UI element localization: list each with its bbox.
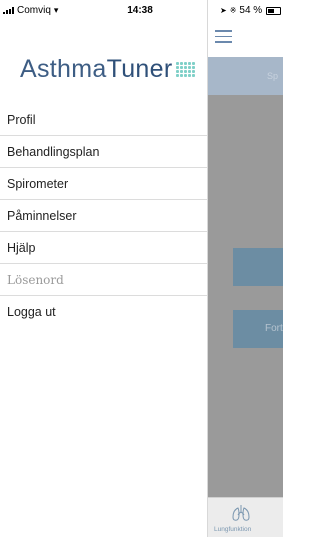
menu-item-logga-ut[interactable]: Logga ut [0, 296, 207, 328]
drawer-menu: Profil Behandlingsplan Spirometer Påminn… [0, 104, 207, 328]
app-header-band: Sp [207, 57, 283, 95]
wifi-icon: ▾ [53, 5, 59, 15]
app-button-a[interactable] [233, 248, 283, 286]
asthmatuner-logo: Asthma Tuner [20, 55, 196, 84]
navigation-drawer: Asthma Tuner Profil Behandlingsplan Spir… [0, 0, 208, 537]
app-button-b[interactable]: Fort [233, 310, 283, 348]
app-dimmed-content[interactable] [207, 95, 283, 497]
menu-item-profil[interactable]: Profil [0, 104, 207, 136]
battery-percent: 54 % [239, 5, 263, 16]
lungs-icon[interactable] [231, 504, 251, 522]
status-right: ➤ ※ 54 % [220, 5, 282, 16]
logo-text-tuner: Tuner [106, 55, 173, 83]
logo-text-asthma: Asthma [20, 55, 107, 83]
status-bar: Comviq ▾ 14:38 ➤ ※ 54 % [0, 0, 283, 20]
menu-item-losenord[interactable]: Lösenord [0, 264, 207, 296]
battery-icon [266, 6, 282, 15]
menu-item-hjalp[interactable]: Hjälp [0, 232, 207, 264]
background-app: Sp Fort Lungfunktion [207, 0, 283, 537]
clock: 14:38 [127, 5, 153, 16]
hamburger-menu-icon[interactable] [215, 30, 232, 47]
bluetooth-icon: ※ [229, 6, 237, 15]
menu-item-spirometer[interactable]: Spirometer [0, 168, 207, 200]
carrier-info: Comviq ▾ [3, 5, 58, 16]
signal-icon [3, 7, 14, 14]
tab-label-lungfunktion[interactable]: Lungfunktion [214, 526, 251, 533]
menu-item-paminnelser[interactable]: Påminnelser [0, 200, 207, 232]
carrier-name: Comviq [17, 5, 51, 16]
location-icon: ➤ [220, 6, 227, 15]
app-tabbar: Lungfunktion [207, 497, 283, 537]
logo-dots-icon [176, 62, 196, 77]
menu-item-behandlingsplan[interactable]: Behandlingsplan [0, 136, 207, 168]
